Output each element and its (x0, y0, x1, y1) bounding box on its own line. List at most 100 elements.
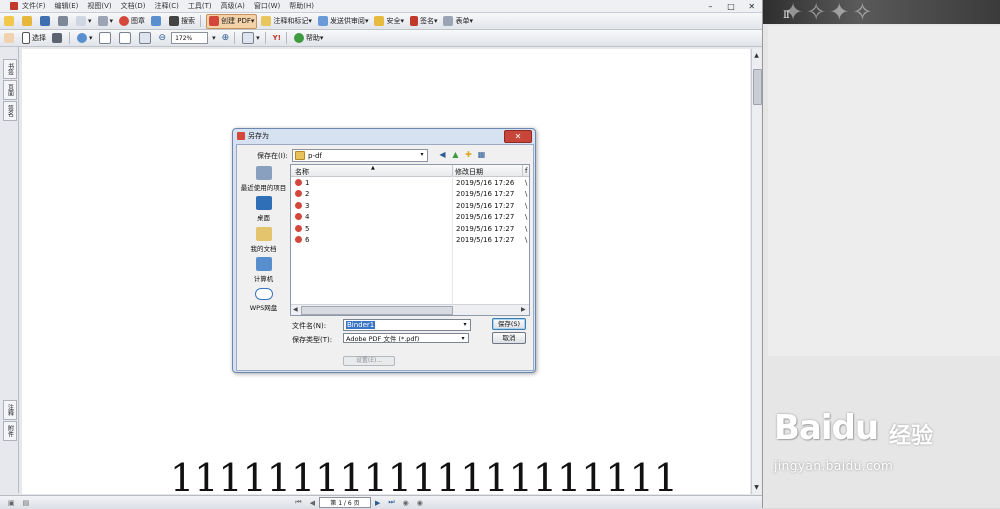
place-my-documents[interactable]: 我的文档 (239, 227, 288, 253)
save-in-combobox[interactable]: p-df ▾ (292, 149, 428, 162)
chevron-down-icon[interactable]: ▾ (418, 151, 426, 159)
file-name-input[interactable]: Binder1 ▾ (343, 319, 471, 331)
email-button[interactable]: ▾ (74, 15, 94, 28)
column-header-modified[interactable]: 修改日期 (455, 167, 483, 177)
yahoo-button[interactable]: Y! (271, 32, 283, 45)
select-tool-button[interactable]: 选择 (20, 32, 48, 45)
digit: 1 (339, 456, 364, 494)
file-name-value: Binder1 (346, 321, 376, 329)
place-label: 我的文档 (250, 245, 277, 253)
file-type: \ (525, 190, 528, 199)
file-row[interactable]: 5 2019/5/16 17:27 \ (291, 223, 529, 234)
menu-edit[interactable]: 编辑(E) (55, 1, 79, 11)
horizontal-scrollbar-thumb[interactable] (301, 306, 453, 315)
page-content-text: 1 1 1 1 1 1 1 1 1 1 1 1 1 1 1 1 1 1 1 1 … (170, 456, 678, 494)
search-button[interactable]: 搜索 (167, 15, 197, 28)
place-desktop[interactable]: 桌面 (239, 196, 288, 222)
secure-button[interactable]: 安全 ▾ (372, 15, 406, 28)
maximize-button[interactable]: □ (721, 0, 742, 12)
scroll-down-arrow-icon[interactable]: ▼ (752, 483, 761, 492)
menu-file[interactable]: 文件(F) (22, 1, 46, 11)
last-page-button[interactable]: ⏭ (388, 498, 394, 507)
menu-tools[interactable]: 工具(T) (188, 1, 212, 11)
actual-size-button[interactable] (97, 32, 115, 45)
file-row[interactable]: 4 2019/5/16 17:27 \ (291, 211, 529, 222)
forms-button[interactable]: 表单 ▾ (441, 15, 475, 28)
next-page-button[interactable]: ▶ (375, 499, 380, 507)
place-computer[interactable]: 计算机 (239, 257, 288, 283)
menu-help[interactable]: 帮助(H) (289, 1, 314, 11)
new-folder-icon[interactable]: ✚ (463, 149, 474, 160)
side-tab-bookmarks[interactable]: 书签 (3, 59, 17, 79)
first-page-button[interactable]: ⏮ (295, 498, 301, 507)
column-header-name[interactable]: 名称 (295, 167, 309, 177)
previous-view-button[interactable]: ◉ (403, 499, 409, 507)
cloud-button[interactable] (149, 15, 165, 28)
menu-view[interactable]: 视图(V) (87, 1, 111, 11)
menu-comments[interactable]: 注释(C) (155, 1, 179, 11)
up-folder-icon[interactable]: ▲ (450, 149, 461, 160)
side-tab-pages[interactable]: 页面 (3, 80, 17, 100)
fit-width-button[interactable] (137, 32, 155, 45)
side-tab-attachments[interactable]: 附件 (3, 421, 17, 441)
attach-button[interactable]: ▾ (96, 15, 116, 28)
sign-button[interactable]: 签名 ▾ (408, 15, 440, 28)
new-button[interactable] (2, 15, 18, 28)
scroll-left-arrow-icon[interactable]: ◀ (293, 306, 298, 313)
scroll-right-arrow-icon[interactable]: ▶ (521, 306, 526, 313)
comment-markup-button[interactable]: 注释和标记 ▾ (259, 15, 314, 28)
settings-button[interactable]: 设置(E)... (343, 356, 395, 366)
menu-window[interactable]: 窗口(W) (254, 1, 280, 11)
file-type-select[interactable]: Adobe PDF 文件 (*.pdf) ▾ (343, 333, 469, 343)
file-list-horizontal-scrollbar[interactable]: ◀ ▶ (291, 304, 529, 315)
chevron-down-icon[interactable]: ▾ (461, 321, 469, 329)
hand-tool-button[interactable] (2, 32, 18, 45)
cancel-button[interactable]: 取消 (492, 332, 526, 344)
print-button[interactable] (56, 15, 72, 28)
file-row[interactable]: 3 2019/5/16 17:27 \ (291, 200, 529, 211)
save-toolbar-button[interactable] (38, 15, 54, 28)
next-view-button[interactable]: ◉ (417, 499, 423, 507)
view-menu-icon[interactable]: ▦ (476, 149, 487, 160)
zoom-out-button[interactable]: ⊖ (157, 32, 169, 45)
back-icon[interactable]: ◀ (437, 149, 448, 160)
file-list[interactable]: 名称 ▲ 修改日期 f 1 2019/5/16 17:26 \ 2 2019/5… (290, 164, 530, 316)
dialog-close-button[interactable]: ✕ (504, 130, 532, 143)
place-wps-cloud[interactable]: WPS网盘 (239, 288, 288, 312)
zoom-tool-button[interactable]: ▾ (75, 32, 95, 45)
send-review-button[interactable]: 发送供审阅 ▾ (316, 15, 371, 28)
save-button[interactable]: 保存(S) (492, 318, 526, 330)
file-row[interactable]: 2 2019/5/16 17:27 \ (291, 188, 529, 199)
close-window-button[interactable]: ✕ (741, 0, 762, 12)
zoom-in-button[interactable]: ⊕ (220, 32, 232, 45)
file-row[interactable]: 1 2019/5/16 17:26 \ (291, 177, 529, 188)
chevron-down-icon[interactable]: ▾ (459, 335, 467, 343)
file-row[interactable]: 6 2019/5/16 17:27 \ (291, 234, 529, 245)
stamp-button[interactable]: 图章 (117, 15, 147, 28)
save-in-value: p-df (308, 151, 322, 160)
rotate-button[interactable]: ▾ (240, 32, 262, 45)
document-vertical-scrollbar[interactable]: ▲ ▼ (751, 49, 762, 494)
side-tab-signatures[interactable]: 签名 (3, 101, 17, 121)
minimize-button[interactable]: – (700, 0, 721, 12)
create-pdf-button[interactable]: 创建 PDF ▾ (206, 13, 258, 29)
snapshot-button[interactable] (50, 32, 66, 45)
file-modified: 2019/5/16 17:26 (456, 179, 515, 187)
fit-page-button[interactable] (117, 32, 135, 45)
help-button[interactable]: 帮助 ▾ (292, 32, 326, 45)
column-divider[interactable] (452, 165, 453, 176)
scroll-up-arrow-icon[interactable]: ▲ (752, 51, 761, 60)
zoom-level-input[interactable]: 172% (171, 32, 209, 44)
menu-document[interactable]: 文档(D) (121, 1, 146, 11)
previous-page-button[interactable]: ◀ (310, 499, 315, 507)
column-divider[interactable] (522, 165, 523, 176)
column-header-type[interactable]: f (525, 167, 527, 175)
menu-advanced[interactable]: 高级(A) (221, 1, 245, 11)
open-button[interactable] (20, 15, 36, 28)
zoom-dropdown[interactable]: ▾ (210, 32, 218, 45)
side-tab-comments[interactable]: 注释 (3, 400, 17, 420)
place-recent-items[interactable]: 最近使用的项目 (239, 166, 288, 192)
page-number-input[interactable]: 第 1 / 6 页 (318, 497, 371, 508)
scrollbar-thumb[interactable] (753, 69, 762, 105)
file-type-value: Adobe PDF 文件 (*.pdf) (346, 335, 420, 343)
